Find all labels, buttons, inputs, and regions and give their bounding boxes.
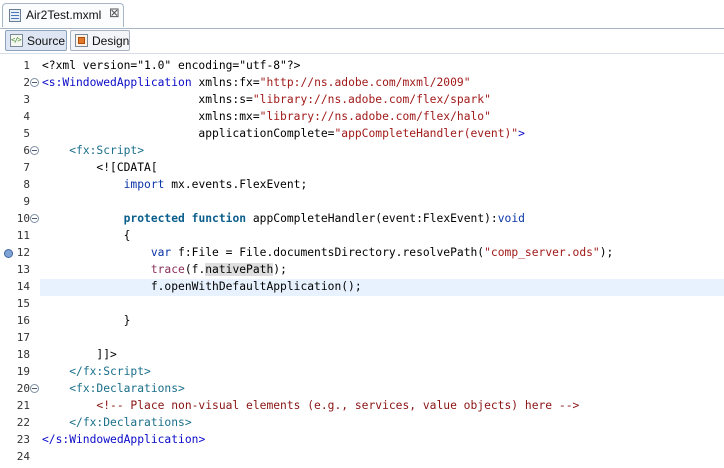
- editor-toolbar: Source Design: [0, 29, 724, 54]
- code-text: {: [42, 229, 131, 242]
- code-text: <s:WindowedApplication xmlns:fx="http://…: [42, 76, 471, 89]
- code-line[interactable]: 7 <![CDATA[: [0, 160, 724, 177]
- line-number: 23: [16, 433, 30, 446]
- design-mode-button[interactable]: Design: [70, 30, 130, 51]
- code-line[interactable]: 18 ]]>: [0, 347, 724, 364]
- line-number: 16: [16, 314, 30, 327]
- line-number: 14: [16, 280, 30, 293]
- code-line[interactable]: 4 xmlns:mx="library://ns.adobe.com/flex/…: [0, 109, 724, 126]
- code-text: var f:File = File.documentsDirectory.res…: [150, 246, 614, 259]
- design-view-icon: [75, 34, 88, 47]
- code-text: }: [42, 314, 131, 327]
- code-line[interactable]: 12 var f:File = File.documentsDirectory.…: [0, 245, 724, 262]
- code-text: <fx:Script>: [69, 144, 145, 157]
- code-text: xmlns:mx="library://ns.adobe.com/flex/ha…: [42, 110, 491, 123]
- line-number: 3: [23, 93, 30, 106]
- source-mode-button[interactable]: Source: [5, 30, 67, 51]
- code-text: applicationComplete="appCompleteHandler(…: [42, 127, 525, 140]
- line-number: 4: [23, 110, 30, 123]
- code-line[interactable]: 21 <!-- Place non-visual elements (e.g.,…: [0, 398, 724, 415]
- code-line[interactable]: 10 protected function appCompleteHandler…: [0, 211, 724, 228]
- line-number: 21: [16, 399, 30, 412]
- code-text: <!-- Place non-visual elements (e.g., se…: [42, 399, 580, 412]
- line-number: 17: [16, 331, 30, 344]
- line-number: 10: [16, 212, 30, 225]
- code-editor[interactable]: 1 <?xml version="1.0" encoding="utf-8"?> 2…: [0, 54, 724, 468]
- code-text: protected function appCompleteHandler(ev…: [123, 212, 525, 225]
- line-number: 20: [16, 382, 30, 395]
- code-line[interactable]: 24: [0, 449, 724, 466]
- source-code-icon: [10, 34, 23, 47]
- code-line[interactable]: 19 </fx:Script>: [0, 364, 724, 381]
- line-number: 6: [23, 144, 30, 157]
- fold-collapse-icon[interactable]: [30, 146, 39, 155]
- fold-collapse-icon[interactable]: [30, 384, 39, 393]
- design-label: Design: [92, 34, 130, 48]
- code-line[interactable]: 5 applicationComplete="appCompleteHandle…: [0, 126, 724, 143]
- code-line[interactable]: 15: [0, 296, 724, 313]
- code-line[interactable]: 22 </fx:Declarations>: [0, 415, 724, 432]
- code-line[interactable]: 1 <?xml version="1.0" encoding="utf-8"?>: [0, 58, 724, 75]
- code-text: trace(f.nativePath);: [150, 263, 287, 276]
- code-text: ]]>: [42, 348, 117, 361]
- code-line[interactable]: 14 f.openWithDefaultApplication();: [0, 279, 724, 296]
- code-line[interactable]: 9: [0, 194, 724, 211]
- editor-tab-bar: Air2Test.mxml ⊠: [0, 0, 724, 29]
- line-number: 15: [16, 297, 30, 310]
- code-text: import mx.events.FlexEvent;: [123, 178, 308, 191]
- line-number: 12: [16, 246, 30, 259]
- code-line[interactable]: 2 <s:WindowedApplication xmlns:fx="http:/…: [0, 75, 724, 92]
- tab-air2test-mxml[interactable]: Air2Test.mxml ⊠: [2, 3, 124, 27]
- code-line[interactable]: 11 {: [0, 228, 724, 245]
- code-text: xmlns:s="library://ns.adobe.com/flex/spa…: [42, 93, 491, 106]
- code-text: <fx:Declarations>: [69, 382, 185, 395]
- fold-collapse-icon[interactable]: [30, 214, 39, 223]
- code-line[interactable]: 6 <fx:Script>: [0, 143, 724, 160]
- code-line[interactable]: 13 trace(f.nativePath);: [0, 262, 724, 279]
- line-number: 13: [16, 263, 30, 276]
- line-number: 11: [16, 229, 30, 242]
- tab-label: Air2Test.mxml: [26, 8, 102, 22]
- line-number: 7: [23, 161, 30, 174]
- line-number: 5: [23, 127, 30, 140]
- code-text: f.openWithDefaultApplication();: [42, 280, 362, 293]
- mxml-file-icon: [9, 9, 21, 22]
- line-number: 1: [23, 59, 30, 72]
- line-number: 24: [16, 450, 30, 463]
- line-number: 2: [23, 76, 30, 89]
- line-number: 8: [23, 178, 30, 191]
- code-line[interactable]: 3 xmlns:s="library://ns.adobe.com/flex/s…: [0, 92, 724, 109]
- code-text: </fx:Declarations>: [69, 416, 192, 429]
- code-line[interactable]: 20 <fx:Declarations>: [0, 381, 724, 398]
- code-text: </s:WindowedApplication>: [42, 433, 206, 446]
- code-line[interactable]: 17: [0, 330, 724, 347]
- code-text: </fx:Script>: [69, 365, 151, 378]
- fold-collapse-icon[interactable]: [30, 78, 39, 87]
- code-text: <![CDATA[: [42, 161, 158, 174]
- close-icon[interactable]: ⊠: [109, 6, 120, 21]
- source-label: Source: [27, 34, 66, 48]
- code-text: <?xml version="1.0" encoding="utf-8"?>: [42, 59, 301, 72]
- line-number: 19: [16, 365, 30, 378]
- line-number: 9: [23, 195, 30, 208]
- line-number: 22: [16, 416, 30, 429]
- code-line[interactable]: 23 </s:WindowedApplication>: [0, 432, 724, 449]
- code-line[interactable]: 8 import mx.events.FlexEvent;: [0, 177, 724, 194]
- code-line[interactable]: 16 }: [0, 313, 724, 330]
- line-number: 18: [16, 348, 30, 361]
